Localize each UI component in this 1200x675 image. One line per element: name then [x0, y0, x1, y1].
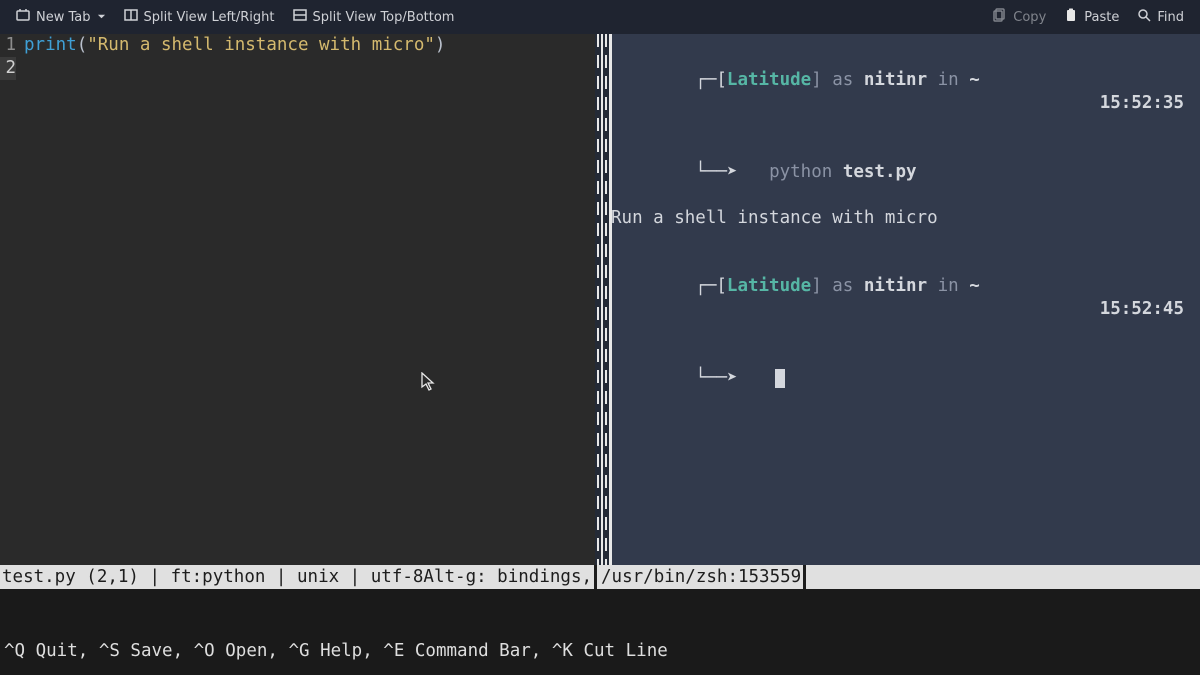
prompt-time: 15:52:35 [1100, 92, 1184, 115]
prompt-bracket: ┌─[ [695, 70, 727, 90]
new-tab-label: New Tab [36, 10, 91, 25]
prompt-user: nitinr [864, 70, 927, 90]
find-label: Find [1157, 10, 1184, 25]
split-lr-label: Split View Left/Right [144, 10, 275, 25]
chevron-down-icon [97, 10, 106, 25]
new-tab-icon [16, 8, 30, 26]
find-button[interactable]: Find [1131, 5, 1190, 29]
split-left-right-button[interactable]: Split View Left/Right [118, 5, 281, 29]
prompt-bracket: ┌─[ [695, 276, 727, 296]
prompt-as: ] as [811, 70, 864, 90]
code-token-func: print [24, 35, 77, 55]
paste-icon [1064, 8, 1078, 26]
split-tb-icon [293, 8, 307, 26]
terminal-block: ┌─[Latitude] as nitinr in ~ 15:52:45 └──… [611, 252, 1194, 413]
prompt-in: in [927, 276, 969, 296]
code-token-punc: ) [435, 35, 446, 55]
split-top-bottom-button[interactable]: Split View Top/Bottom [287, 5, 461, 29]
prompt-as: ] as [811, 276, 864, 296]
code-area[interactable]: print("Run a shell instance with micro") [20, 34, 445, 565]
prompt-host: Latitude [727, 276, 811, 296]
split-view: 1 2 print("Run a shell instance with mic… [0, 34, 1200, 565]
prompt-path: ~ [969, 70, 980, 90]
command-arg: test.py [843, 162, 917, 182]
search-icon [1137, 8, 1151, 26]
command-output: Run a shell instance with micro [611, 207, 1194, 230]
line-number: 2 [0, 57, 16, 80]
copy-label: Copy [1013, 10, 1046, 25]
editor-pane[interactable]: 1 2 print("Run a shell instance with mic… [0, 34, 595, 565]
copy-button[interactable]: Copy [987, 5, 1052, 29]
terminal-block: ┌─[Latitude] as nitinr in ~ 15:52:35 └──… [611, 46, 1194, 230]
prompt-arrow: └──➤ [695, 162, 769, 182]
paste-label: Paste [1084, 10, 1119, 25]
prompt-arrow: └──➤ [695, 368, 769, 388]
status-bar: test.py (2,1) | ft:python | unix | utf-8… [0, 565, 1200, 589]
code-token-punc: ( [77, 35, 88, 55]
line-number-gutter: 1 2 [0, 34, 20, 565]
terminal-pane[interactable]: ┌─[Latitude] as nitinr in ~ 15:52:35 └──… [609, 34, 1200, 565]
prompt-time: 15:52:45 [1100, 298, 1184, 321]
help-line: ^Q Quit, ^S Save, ^O Open, ^G Help, ^E C… [4, 639, 1196, 663]
code-token-string: "Run a shell instance with micro" [87, 35, 435, 55]
prompt-in: in [927, 70, 969, 90]
keybindings-help: ^Q Quit, ^S Save, ^O Open, ^G Help, ^E C… [0, 589, 1200, 675]
line-number: 1 [0, 34, 16, 57]
split-lr-icon [124, 8, 138, 26]
pane-divider[interactable] [595, 34, 609, 565]
new-tab-button[interactable]: New Tab [10, 5, 112, 29]
copy-icon [993, 8, 1007, 26]
terminal-left-border [609, 34, 612, 565]
window-titlebar: New Tab Split View Left/Right Split View… [0, 0, 1200, 34]
status-left: test.py (2,1) | ft:python | unix | utf-8… [0, 565, 594, 589]
terminal-cursor [775, 369, 785, 388]
status-right: /usr/bin/zsh:153559 [594, 565, 806, 589]
paste-button[interactable]: Paste [1058, 5, 1125, 29]
split-tb-label: Split View Top/Bottom [313, 10, 455, 25]
prompt-user: nitinr [864, 276, 927, 296]
prompt-path: ~ [969, 276, 980, 296]
command-exec: python [769, 162, 843, 182]
prompt-host: Latitude [727, 70, 811, 90]
